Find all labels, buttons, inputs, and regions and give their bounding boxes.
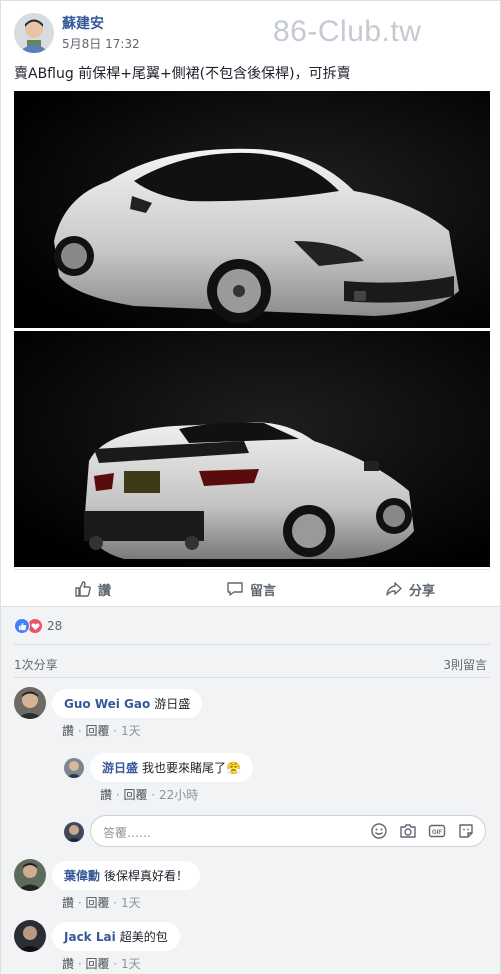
comment-like-link[interactable]: 讚 xyxy=(62,896,74,910)
commenter-avatar[interactable] xyxy=(64,758,84,778)
comment-reply-link[interactable]: 回覆 xyxy=(85,957,109,971)
car-front-image xyxy=(14,91,490,328)
comment-reply-link[interactable]: 回覆 xyxy=(85,724,109,738)
comment-button[interactable]: 留言 xyxy=(226,578,276,600)
comment-text[interactable]: 游日盛 xyxy=(154,697,190,711)
reply-placeholder: 答覆…… xyxy=(103,826,152,840)
comment-label: 留言 xyxy=(250,583,277,599)
comment-text[interactable]: 後保桿真好看！ xyxy=(104,869,188,883)
site-watermark: 86-Club.tw xyxy=(273,15,422,48)
commenter-avatar[interactable] xyxy=(14,920,46,952)
divider xyxy=(14,644,490,645)
comment-time[interactable]: 1天 xyxy=(121,896,141,910)
comment-meta: 讚 · 回覆 · 22小時 xyxy=(100,788,199,802)
comment-item: Guo Wei Gao 游日盛 讚 · 回覆 · 1天 xyxy=(14,687,490,747)
comment-bubble: Guo Wei Gao 游日盛 xyxy=(52,689,203,718)
gif-icon[interactable]: GIF xyxy=(428,822,446,840)
commenter-avatar[interactable] xyxy=(14,687,46,719)
share-button[interactable]: 分享 xyxy=(385,578,435,600)
share-label: 分享 xyxy=(409,583,436,599)
sticker-icon[interactable] xyxy=(457,822,475,840)
comment-time[interactable]: 22小時 xyxy=(159,788,198,802)
comment-meta: 讚 · 回覆 · 1天 xyxy=(62,896,141,910)
commenter-avatar[interactable] xyxy=(14,859,46,891)
post-timestamp[interactable]: 5月8日 17:32 xyxy=(62,35,140,52)
comment-bubble-icon xyxy=(227,582,243,596)
author-avatar[interactable] xyxy=(14,13,54,53)
comment-meta: 讚 · 回覆 · 1天 xyxy=(62,724,141,738)
comment-time[interactable]: 1天 xyxy=(121,724,141,738)
comment-like-link[interactable]: 讚 xyxy=(100,788,112,802)
share-arrow-icon xyxy=(386,582,402,596)
comment-text[interactable]: 我也要來賭尾了 xyxy=(142,761,226,775)
like-reaction-icon xyxy=(14,618,30,634)
share-count-link[interactable]: 1次分享 xyxy=(14,656,58,673)
angry-face-emoji: 😤 xyxy=(226,761,241,775)
post-actions-bar: 讚 留言 分享 xyxy=(14,569,490,607)
car-front-photo[interactable] xyxy=(14,91,490,328)
comment-reply-link[interactable]: 回覆 xyxy=(123,788,147,802)
author-avatar-image xyxy=(14,13,54,53)
comment-count-link[interactable]: 3則留言 xyxy=(443,656,487,673)
commenter-name[interactable]: 游日盛 xyxy=(102,761,138,775)
post-card: 蘇建安 5月8日 17:32 86-Club.tw 賣ABflug 前保桿+尾翼… xyxy=(0,0,501,607)
emoji-icon[interactable] xyxy=(370,822,388,840)
reactions-summary[interactable]: 28 xyxy=(14,618,62,634)
author-name[interactable]: 蘇建安 xyxy=(62,13,104,33)
reply-input[interactable]: 答覆…… GIF xyxy=(90,815,486,847)
comment-text[interactable]: 超美的包 xyxy=(120,930,168,944)
car-rear-image xyxy=(14,331,490,567)
comment-bubble: 葉偉勳 後保桿真好看！ xyxy=(52,861,201,890)
comment-meta: 讚 · 回覆 · 1天 xyxy=(62,957,141,971)
feedback-section: 28 1次分享 3則留言 Guo Wei Gao 游日盛 讚 · 回覆 · 1天 … xyxy=(0,607,501,974)
current-user-avatar xyxy=(64,822,84,842)
like-button[interactable]: 讚 xyxy=(74,578,111,600)
reaction-count: 28 xyxy=(47,619,63,633)
comment-like-link[interactable]: 讚 xyxy=(62,957,74,971)
comment-item: 葉偉勳 後保桿真好看！ 讚 · 回覆 · 1天 xyxy=(14,859,490,917)
divider xyxy=(14,677,490,678)
thumbs-up-icon xyxy=(75,581,91,597)
comment-item: Jack Lai 超美的包 讚 · 回覆 · 1天 xyxy=(14,920,490,974)
car-rear-photo[interactable] xyxy=(14,331,490,567)
comment-like-link[interactable]: 讚 xyxy=(62,724,74,738)
commenter-name[interactable]: 葉偉勳 xyxy=(64,869,100,883)
reply-item: 游日盛 我也要來賭尾了😤 讚 · 回覆 · 22小時 xyxy=(64,753,484,807)
reply-input-tools: GIF xyxy=(370,822,475,840)
commenter-name[interactable]: Guo Wei Gao xyxy=(64,697,150,711)
comment-time[interactable]: 1天 xyxy=(121,957,141,971)
commenter-name[interactable]: Jack Lai xyxy=(64,930,116,944)
comment-bubble: Jack Lai 超美的包 xyxy=(52,922,180,951)
comment-reply-link[interactable]: 回覆 xyxy=(85,896,109,910)
comment-bubble: 游日盛 我也要來賭尾了😤 xyxy=(90,753,253,782)
svg-text:GIF: GIF xyxy=(432,830,442,836)
like-label: 讚 xyxy=(98,583,112,599)
camera-icon[interactable] xyxy=(399,822,417,840)
post-text: 賣ABflug 前保桿+尾翼+側裙(不包含後保桿)，可拆賣 xyxy=(14,66,351,82)
